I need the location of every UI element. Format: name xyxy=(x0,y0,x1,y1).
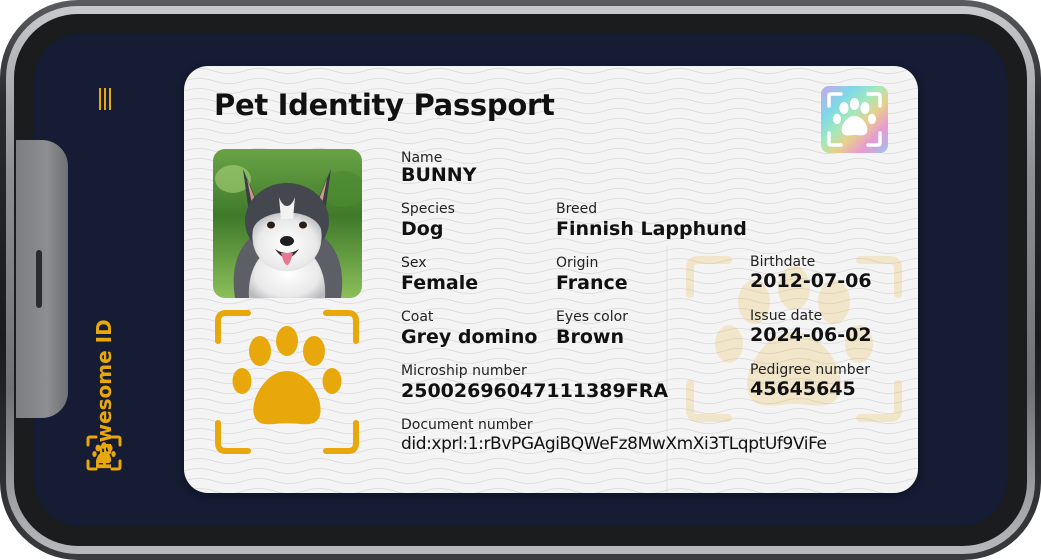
eyes-color-label: Eyes color xyxy=(556,309,628,325)
issue-date-label: Issue date xyxy=(750,308,823,324)
phone-side-notch xyxy=(16,140,68,418)
pedigree-value: 45645645 xyxy=(750,378,856,400)
paw-icon xyxy=(86,435,122,471)
pet-passport-card: Pet Identity Passport Name BUNNY Species… xyxy=(184,66,918,493)
origin-value: France xyxy=(556,272,628,294)
sex-value: Female xyxy=(401,272,479,294)
birthdate-value: 2012-07-06 xyxy=(750,270,872,292)
card-title: Pet Identity Passport xyxy=(214,88,555,122)
paw-icon xyxy=(215,310,359,454)
breed-value: Finnish Lapphund xyxy=(556,218,747,240)
issue-date-value: 2024-06-02 xyxy=(750,324,872,346)
menu-icon[interactable] xyxy=(95,88,115,110)
document-number-value: did:xprl:1:rBvPGAgiBQWeFz8MwXmXi3TLqptUf… xyxy=(401,434,827,454)
coat-label: Coat xyxy=(401,309,434,325)
phone-speaker-slot xyxy=(36,250,42,308)
name-value: BUNNY xyxy=(401,164,477,186)
breed-label: Breed xyxy=(556,201,598,217)
microchip-value: 25002696047111389FRA xyxy=(401,380,669,402)
sex-label: Sex xyxy=(401,255,427,271)
microchip-label: Microship number xyxy=(401,363,527,379)
document-number-label: Document number xyxy=(401,417,533,433)
origin-label: Origin xyxy=(556,255,599,271)
pedigree-label: Pedigree number xyxy=(750,362,870,378)
paw-hologram-icon xyxy=(821,86,888,153)
species-value: Dog xyxy=(401,218,444,240)
birthdate-label: Birthdate xyxy=(750,254,816,270)
eyes-color-value: Brown xyxy=(556,326,624,348)
dog-photo xyxy=(213,149,362,298)
species-label: Species xyxy=(401,201,455,217)
coat-value: Grey domino xyxy=(401,326,538,348)
